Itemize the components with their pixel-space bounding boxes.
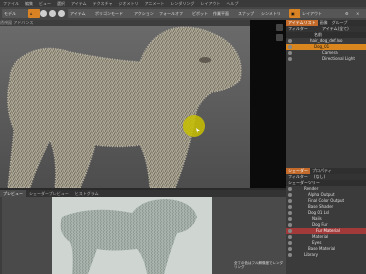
menu-item[interactable]: ジオメトリ (115, 1, 141, 7)
menu-item[interactable]: アニメート (141, 1, 167, 7)
bottom-tabs: プレビュー シェーダープレビュー ヒストグラム (0, 190, 286, 197)
dog-fur-render (0, 26, 250, 188)
toolbar: モデル ⌂ アイテム ポリゴンモード アクション フォールオフ ピボット 作業平… (0, 7, 366, 21)
pivot-button[interactable]: ピボット (190, 9, 212, 18)
item-label: Directional Light (322, 56, 355, 61)
menu-item[interactable]: レイアウト (197, 1, 223, 7)
visibility-eye-icon[interactable] (288, 241, 292, 245)
tool-cursor (183, 115, 205, 137)
menu-item[interactable]: レンダリング (167, 1, 197, 7)
visibility-eye-icon[interactable] (288, 217, 292, 221)
shader-tree-row[interactable]: Library (286, 252, 366, 258)
menu-item[interactable]: ヘルプ (223, 1, 241, 7)
viewport-side-strip (250, 20, 286, 188)
visibility-eye-icon[interactable] (288, 57, 292, 61)
preview-status: 全ての色はフル解像度でレンダリング (234, 261, 283, 269)
home-icon[interactable]: ⌂ (28, 9, 40, 18)
preview-image (52, 197, 212, 274)
menu-item[interactable]: 選択 (54, 1, 68, 7)
menu-item[interactable]: ビュー (36, 1, 54, 7)
action-center-button[interactable]: アクション (132, 9, 158, 18)
menu-item[interactable]: ファイル (0, 1, 22, 7)
vertex-mode-icon[interactable] (40, 10, 47, 17)
symmetry-button[interactable]: シンメトリ (259, 9, 289, 18)
visibility-eye-icon[interactable] (288, 45, 292, 49)
polygon-mode-button[interactable]: ポリゴンモード (93, 9, 133, 18)
visibility-eye-icon[interactable] (288, 205, 292, 209)
visibility-eye-icon[interactable] (288, 51, 292, 55)
item-list-panel: アイテムリスト 画像 グループ フィルター アイテム(全て) 名前 hair_d… (286, 20, 366, 168)
item-list-row[interactable]: Directional Light (286, 56, 366, 62)
menubar: ファイル 編集 ビュー 選択 アイテム テクスチャ ジオメトリ アニメート レンダリング レイアウ… (0, 0, 366, 7)
visibility-eye-icon[interactable] (288, 235, 292, 239)
shader-tree-panel: シェーダー プロパティ フィルター (なし) シェーダーツリー Render Al… (286, 168, 366, 274)
tab-shader-preview[interactable]: シェーダープレビュー (26, 190, 72, 197)
close-icon[interactable]: × (354, 9, 366, 18)
visibility-eye-icon[interactable] (288, 193, 292, 197)
edge-mode-icon[interactable] (49, 10, 56, 17)
visibility-eye-icon[interactable] (288, 247, 292, 251)
camera-icon[interactable] (276, 34, 283, 41)
render-preview[interactable]: 全ての色はフル解像度でレンダリング (2, 197, 286, 274)
maximize-icon[interactable] (276, 24, 283, 31)
tab-preview[interactable]: プレビュー (0, 190, 26, 197)
menu-item[interactable]: アイテム (68, 1, 90, 7)
menu-item[interactable]: テクスチャ (90, 1, 116, 7)
visibility-eye-icon[interactable] (288, 211, 292, 215)
visibility-eye-icon[interactable] (288, 39, 292, 43)
model-tab[interactable]: モデル (2, 9, 28, 18)
tab-histogram[interactable]: ヒストグラム (72, 190, 102, 197)
shader-item-label: Library (304, 252, 318, 257)
menu-item[interactable]: 編集 (22, 1, 36, 7)
snap-button[interactable]: スナップ (236, 9, 260, 18)
layout-button[interactable]: レイアウト (300, 9, 344, 18)
polygon-mode-icon[interactable] (58, 10, 65, 17)
visibility-eye-icon[interactable] (288, 199, 292, 203)
item-mode-button[interactable]: アイテム (68, 9, 94, 18)
visibility-eye-icon[interactable] (288, 253, 292, 257)
work-plane-button[interactable]: 作業平面 (211, 9, 237, 18)
visibility-eye-icon[interactable] (288, 229, 292, 233)
visibility-eye-icon[interactable] (288, 187, 292, 191)
visibility-eye-icon[interactable] (288, 223, 292, 227)
falloff-button[interactable]: フォールオフ (157, 9, 191, 18)
3d-viewport[interactable]: 透視図 アドバンス (0, 20, 250, 188)
